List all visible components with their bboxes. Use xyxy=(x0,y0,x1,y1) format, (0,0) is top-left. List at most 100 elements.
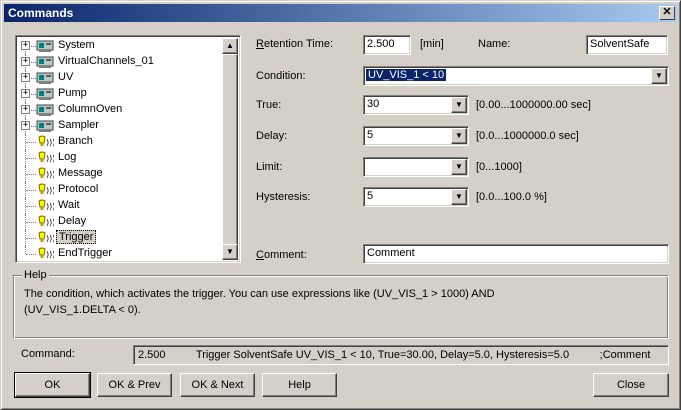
command-text: 2.500 Trigger SolventSafe UV_VIS_1 < 10,… xyxy=(138,349,651,361)
tree-connector xyxy=(26,254,36,255)
ok-prev-button[interactable]: OK & Prev xyxy=(97,373,172,397)
svg-text:))): ))) xyxy=(46,218,54,227)
tree-item[interactable]: ))) EndTrigger xyxy=(18,246,222,260)
tree-item[interactable]: + ColumnOven xyxy=(18,102,222,118)
expand-icon[interactable]: + xyxy=(21,57,30,66)
help-button[interactable]: Help xyxy=(262,373,337,397)
tree-item-label: EndTrigger xyxy=(58,247,113,259)
tree-item[interactable]: + Sampler xyxy=(18,118,222,134)
chevron-down-icon[interactable]: ▼ xyxy=(651,68,667,84)
command-tree[interactable]: + System + VirtualChannels_01 + UV + Pump + Colum… xyxy=(15,35,241,263)
tree-item[interactable]: + Pump xyxy=(18,86,222,102)
tree-item-label: Wait xyxy=(58,199,80,211)
tree-item-label: Message xyxy=(58,167,103,179)
close-button[interactable]: Close xyxy=(593,373,669,397)
tree-scrollbar[interactable]: ▲ ▼ xyxy=(222,38,238,260)
name-input[interactable]: SolventSafe xyxy=(586,35,668,55)
hysteresis-range: [0.0...100.0 %] xyxy=(476,191,547,203)
tree-item-label: Trigger xyxy=(56,230,97,244)
tree-item-label: UV xyxy=(58,71,74,83)
chevron-down-icon[interactable]: ▼ xyxy=(451,159,467,175)
chevron-down-icon[interactable]: ▼ xyxy=(451,189,467,205)
expand-icon[interactable]: + xyxy=(21,105,30,114)
trigger-icon: ))) xyxy=(36,231,55,245)
command-row: Command: 2.500 Trigger SolventSafe UV_VI… xyxy=(13,345,669,365)
tree-item[interactable]: + VirtualChannels_01 xyxy=(18,54,222,70)
svg-text:))): ))) xyxy=(46,202,54,211)
tree-item-label: Protocol xyxy=(58,183,99,195)
help-groupbox: Help The condition, which activates the … xyxy=(13,269,669,339)
ok-next-button[interactable]: OK & Next xyxy=(180,373,255,397)
chevron-down-icon[interactable]: ▼ xyxy=(451,97,467,113)
condition-label: Condition: xyxy=(256,70,306,82)
comment-input[interactable]: Comment xyxy=(363,244,669,264)
true-label: True: xyxy=(256,99,282,111)
svg-text:))): ))) xyxy=(46,186,54,195)
device-icon xyxy=(36,39,54,53)
tree-connector xyxy=(26,158,36,159)
tree-connector xyxy=(26,190,36,191)
tree-item[interactable]: ))) Protocol xyxy=(18,182,222,198)
close-icon[interactable]: ✕ xyxy=(659,6,675,20)
tree-connector xyxy=(26,206,36,207)
tree-item-label: System xyxy=(58,39,95,51)
trigger-icon: ))) xyxy=(36,183,55,197)
tree-item[interactable]: ))) Delay xyxy=(18,214,222,230)
expand-icon[interactable]: + xyxy=(21,89,30,98)
svg-text:))): ))) xyxy=(46,154,54,163)
hysteresis-value: 5 xyxy=(367,190,374,202)
delay-label: Delay: xyxy=(256,130,288,142)
tree-connector xyxy=(26,238,36,239)
svg-text:))): ))) xyxy=(46,234,54,243)
tree-item[interactable]: ))) Wait xyxy=(18,198,222,214)
device-icon xyxy=(36,103,54,117)
true-value: 30 xyxy=(367,98,380,110)
hysteresis-label: Hysteresis: xyxy=(256,191,311,203)
tree-item-label: Log xyxy=(58,151,77,163)
svg-text:))): ))) xyxy=(46,138,54,147)
trigger-icon: ))) xyxy=(36,215,55,229)
limit-combo[interactable]: ▼ xyxy=(363,157,469,177)
true-combo[interactable]: 30 ▼ xyxy=(363,95,469,115)
tree-item-label: Branch xyxy=(58,135,93,147)
commands-dialog: Commands ✕ + System + VirtualChannels_01 + UV… xyxy=(0,0,681,410)
title-bar[interactable]: Commands ✕ xyxy=(4,4,677,22)
command-label: Command: xyxy=(21,348,75,360)
expand-icon[interactable]: + xyxy=(21,121,30,130)
retention-time-unit: [min] xyxy=(420,38,444,50)
expand-icon[interactable]: + xyxy=(21,41,30,50)
help-text: The condition, which activates the trigg… xyxy=(24,288,495,316)
tree-connector xyxy=(26,174,36,175)
scroll-down-icon[interactable]: ▼ xyxy=(222,244,238,260)
trigger-icon: ))) xyxy=(36,167,55,181)
ok-button[interactable]: OK xyxy=(14,372,91,398)
tree-item-label: VirtualChannels_01 xyxy=(58,55,154,67)
scroll-up-icon[interactable]: ▲ xyxy=(222,38,238,54)
chevron-down-icon[interactable]: ▼ xyxy=(451,128,467,144)
tree-item[interactable]: ))) Branch xyxy=(18,134,222,150)
tree-item-label: Pump xyxy=(58,87,87,99)
window-title: Commands xyxy=(8,6,74,20)
device-icon xyxy=(36,87,54,101)
comment-label: Comment: xyxy=(256,249,307,261)
scroll-thumb[interactable] xyxy=(222,54,238,246)
delay-value: 5 xyxy=(367,129,374,141)
device-icon xyxy=(36,71,54,85)
limit-label: Limit: xyxy=(256,161,283,173)
condition-combo[interactable]: UV_VIS_1 < 10 ▼ xyxy=(363,66,669,86)
delay-combo[interactable]: 5 ▼ xyxy=(363,126,469,146)
tree-item[interactable]: + System xyxy=(18,38,222,62)
hysteresis-combo[interactable]: 5 ▼ xyxy=(363,187,469,207)
tree-item-label: ColumnOven xyxy=(58,103,123,115)
trigger-icon: ))) xyxy=(36,199,55,213)
limit-range: [0...1000] xyxy=(476,161,522,173)
expand-icon[interactable]: + xyxy=(21,73,30,82)
tree-item[interactable]: ))) Log xyxy=(18,150,222,166)
tree-item[interactable]: )))Trigger xyxy=(18,230,222,246)
tree-connector xyxy=(26,142,36,143)
tree-item[interactable]: ))) Message xyxy=(18,166,222,182)
command-preview: 2.500 Trigger SolventSafe UV_VIS_1 < 10,… xyxy=(133,345,669,365)
tree-item[interactable]: + UV xyxy=(18,70,222,86)
help-group-title: Help xyxy=(22,269,49,281)
retention-time-input[interactable]: 2.500 xyxy=(363,35,411,55)
